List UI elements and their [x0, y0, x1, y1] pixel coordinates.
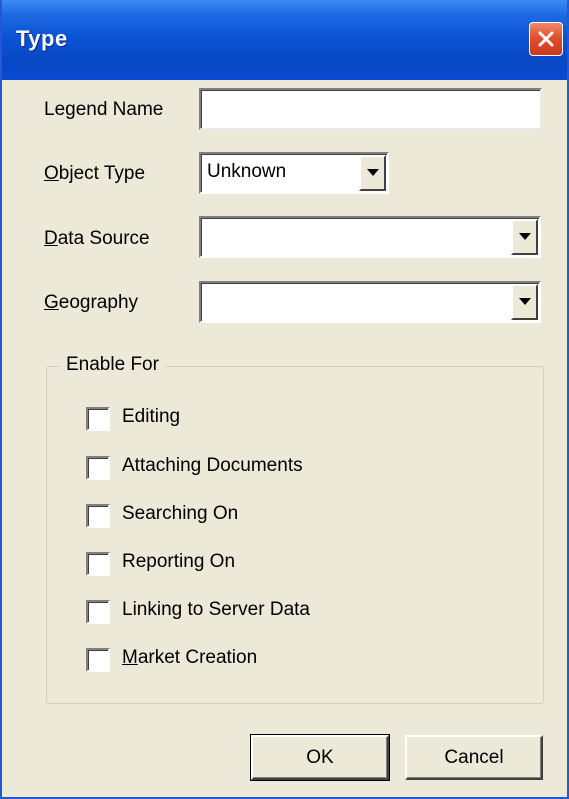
checkbox-label: Linking to Server Data	[122, 599, 310, 620]
close-icon	[538, 31, 554, 47]
checkbox-label: Attaching Documents	[122, 455, 303, 476]
cancel-button[interactable]: Cancel	[405, 735, 543, 780]
geography-label: Geography	[44, 292, 138, 314]
geography-label-text: eography	[58, 292, 139, 313]
object-type-dropdown-button[interactable]	[359, 155, 386, 191]
object-type-mnemonic: O	[44, 163, 59, 184]
title-bar[interactable]: Type	[2, 0, 567, 80]
ok-button[interactable]: OK	[250, 734, 390, 781]
checkbox-box[interactable]	[86, 504, 110, 528]
chevron-down-icon	[518, 298, 531, 305]
legend-name-label: Legend Name	[44, 99, 164, 120]
legend-name-input[interactable]	[199, 88, 542, 130]
checkbox-box[interactable]	[86, 648, 110, 672]
market-creation-label-text: arket Creation	[137, 647, 258, 668]
data-source-mnemonic: D	[44, 228, 58, 249]
data-source-select[interactable]	[199, 216, 541, 258]
checkbox-label: Searching On	[122, 503, 239, 524]
checkbox-label: Editing	[122, 406, 181, 427]
window-title: Type	[16, 26, 68, 51]
geography-mnemonic: G	[44, 292, 59, 313]
data-source-dropdown-button[interactable]	[511, 219, 538, 255]
checkbox-box[interactable]	[86, 552, 110, 576]
market-creation-mnemonic: M	[122, 647, 138, 668]
object-type-value: Unknown	[207, 161, 287, 182]
checkbox-box[interactable]	[86, 600, 110, 624]
object-type-label: Object Type	[44, 163, 145, 185]
geography-select[interactable]	[199, 281, 541, 323]
object-type-label-text: bject Type	[58, 163, 146, 184]
enable-for-title: Enable For	[60, 354, 165, 376]
dialog-window: Type Legend Name Object Type Unknown Dat…	[0, 0, 569, 799]
checkbox-box[interactable]	[86, 407, 110, 431]
chevron-down-icon	[518, 233, 531, 240]
chevron-down-icon	[366, 169, 379, 176]
data-source-label: Data Source	[44, 228, 150, 250]
checkbox-label: Reporting On	[122, 551, 236, 572]
data-source-label-text: ata Source	[57, 228, 150, 249]
checkbox-label: Market Creation	[122, 647, 257, 669]
checkbox-box[interactable]	[86, 456, 110, 480]
geography-dropdown-button[interactable]	[511, 284, 538, 320]
close-button[interactable]	[529, 22, 563, 56]
enable-for-group	[46, 366, 544, 704]
object-type-select[interactable]: Unknown	[199, 152, 389, 194]
